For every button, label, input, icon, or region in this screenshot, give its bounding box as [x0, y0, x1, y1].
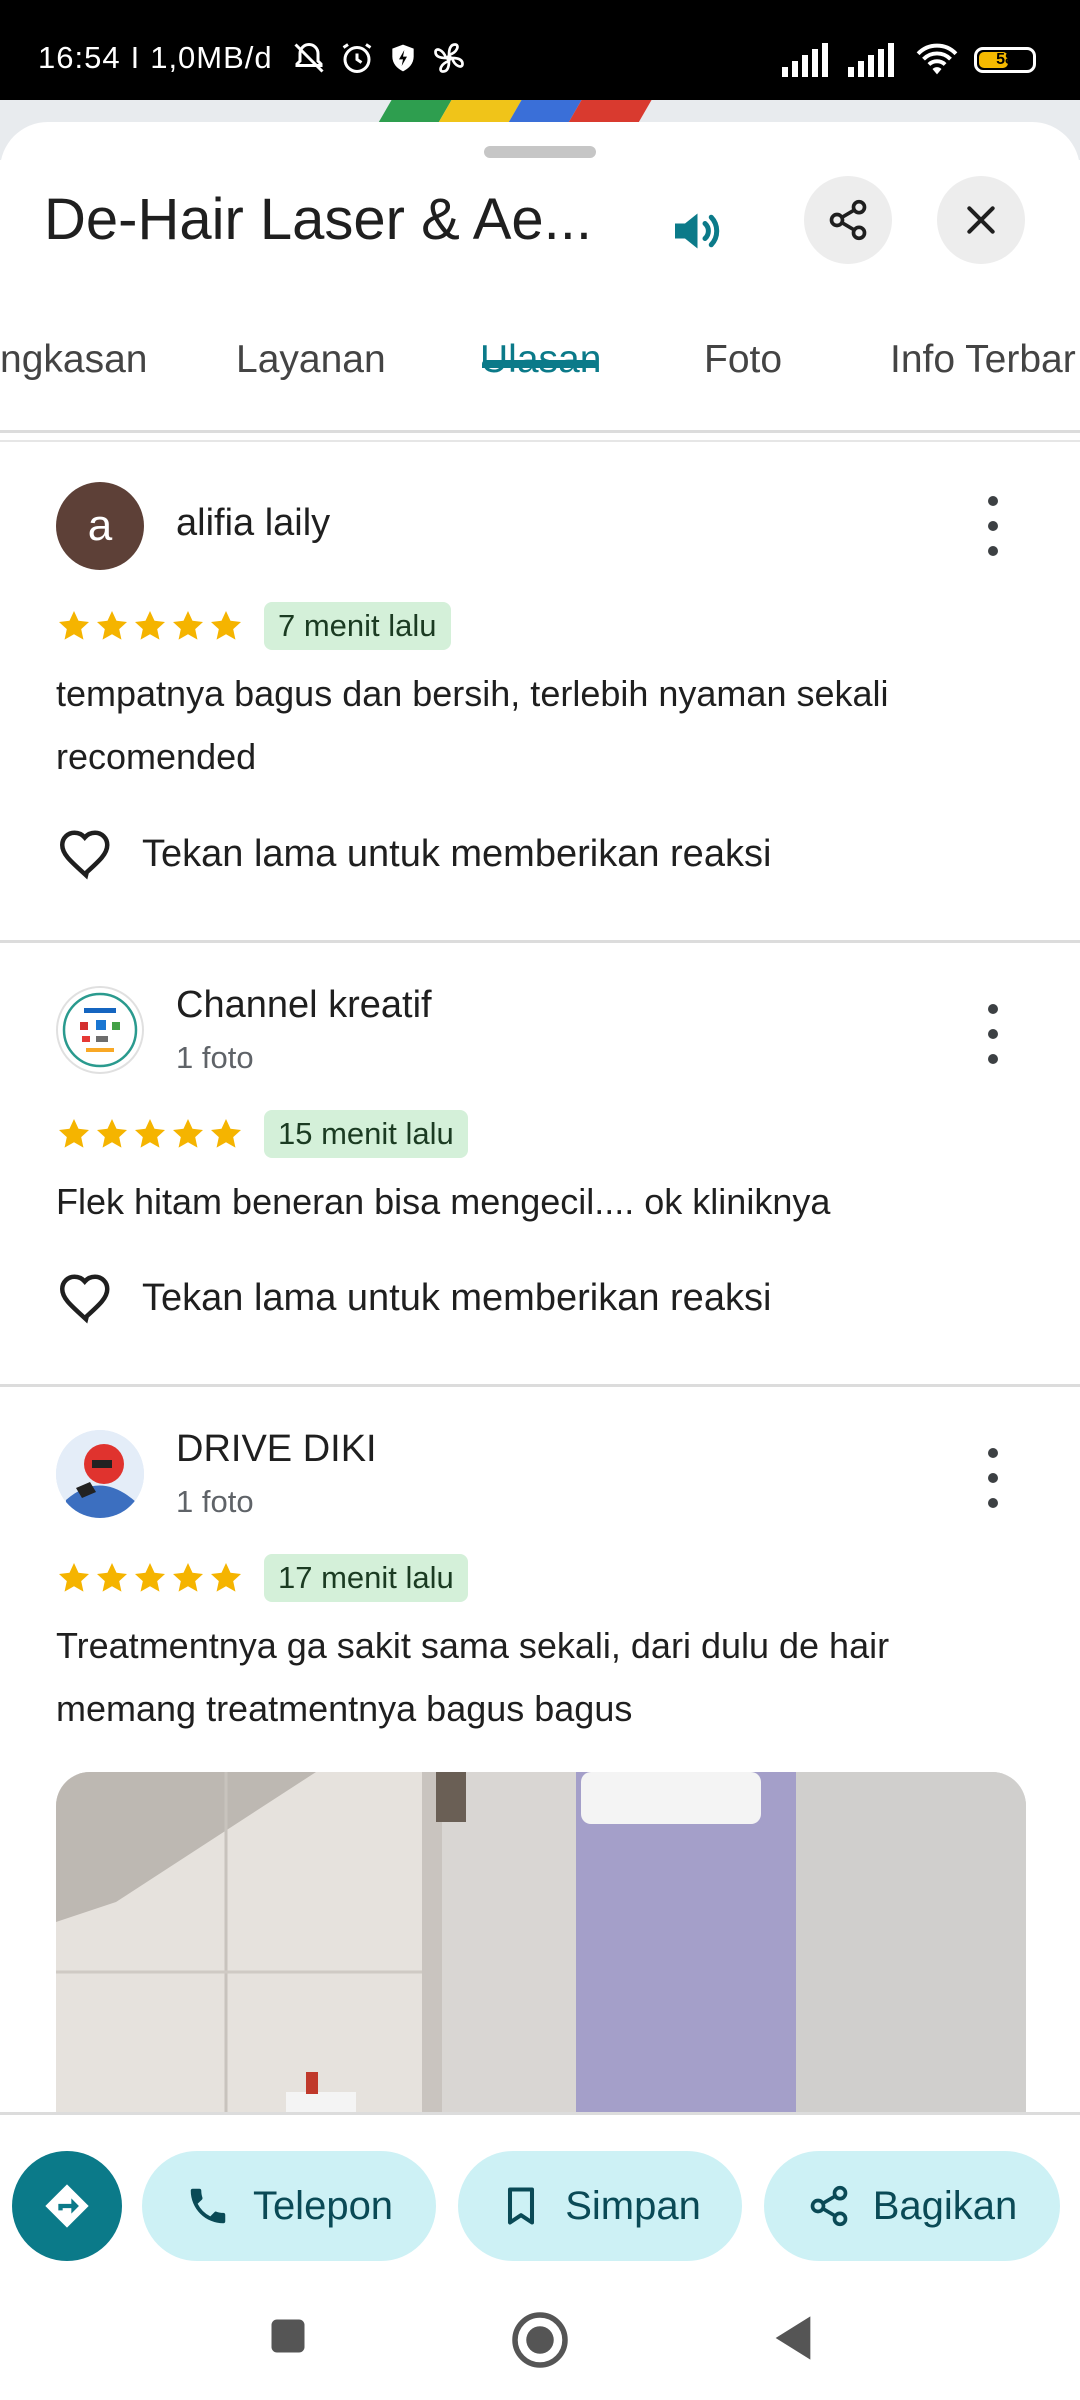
status-right: 58: [782, 42, 1036, 78]
directions-button[interactable]: [12, 2151, 122, 2261]
star-icon: [173, 1563, 203, 1592]
review-time-badge: 15 menit lalu: [264, 1110, 468, 1158]
share-action-button[interactable]: Bagikan: [764, 2151, 1060, 2261]
reviewer-name[interactable]: alifia laily: [176, 502, 330, 545]
reviewer-photo-count: 1 foto: [176, 1040, 254, 1075]
call-label: Telepon: [252, 2183, 394, 2228]
share-label: Bagikan: [872, 2183, 1018, 2228]
signal-icon: [782, 43, 828, 77]
reviewer-name[interactable]: DRIVE DIKI: [176, 1428, 377, 1471]
reaction-label: Tekan lama untuk memberikan reaksi: [142, 1276, 772, 1319]
review-text-line: recomended: [56, 736, 257, 777]
system-nav-bar: [0, 2282, 1080, 2400]
save-button[interactable]: Simpan: [458, 2151, 742, 2261]
review-time-badge: 7 menit lalu: [264, 602, 451, 650]
back-icon[interactable]: [770, 2312, 816, 2364]
place-title: De-Hair Laser & Ae...: [44, 187, 592, 252]
star-icon: [59, 1563, 89, 1592]
wifi-icon: [916, 43, 958, 75]
star-icon: [97, 1563, 127, 1592]
star-icon: [97, 611, 127, 640]
star-icon: [211, 611, 241, 640]
star-icon: [211, 1563, 241, 1592]
star-icon: [135, 611, 165, 640]
star-icon: [173, 611, 203, 640]
active-tab-indicator: [482, 360, 598, 368]
tab-foto[interactable]: Foto: [704, 338, 782, 382]
star-icon: [135, 1119, 165, 1148]
status-time: 16:54: [38, 40, 121, 75]
shield-bolt-icon: [391, 44, 414, 72]
status-left: 16:54 I 1,0MB/d: [38, 40, 467, 76]
review-text: Flek hitam beneran bisa mengecil.... ok …: [56, 1170, 1016, 1233]
avatar[interactable]: a: [56, 482, 144, 570]
reaction-label: Tekan lama untuk memberikan reaksi: [142, 832, 772, 875]
star-rating: [56, 1116, 244, 1152]
review-text-line: tempatnya bagus dan bersih, terlebih nya…: [56, 673, 889, 714]
status-separator: I: [130, 40, 141, 75]
review-photo[interactable]: [56, 1772, 1026, 2142]
review-divider: [0, 1384, 1080, 1387]
close-icon: [967, 206, 995, 234]
battery-icon: 58: [974, 47, 1036, 73]
avatar-letter: a: [87, 501, 113, 550]
reaction-button[interactable]: Tekan lama untuk memberikan reaksi: [56, 1268, 771, 1328]
heart-icon: [59, 1274, 110, 1324]
heart-icon: [59, 830, 110, 880]
more-options-icon[interactable]: [978, 1004, 1008, 1064]
fan-icon: [433, 43, 464, 73]
star-icon: [59, 611, 89, 640]
tab-ringkasan[interactable]: ngkasan: [0, 338, 147, 382]
avatar[interactable]: [56, 986, 144, 1074]
review-text: tempatnya bagus dan bersih, terlebih nya…: [56, 662, 1016, 788]
home-icon[interactable]: [510, 2310, 570, 2370]
reviewer-name[interactable]: Channel kreatif: [176, 984, 432, 1027]
drag-handle[interactable]: [484, 146, 596, 158]
recents-icon[interactable]: [266, 2314, 310, 2358]
star-icon: [97, 1119, 127, 1148]
directions-icon: [45, 2184, 89, 2228]
signal-icon-2: [848, 43, 894, 77]
review-text-line: Treatmentnya ga sakit sama sekali, dari …: [56, 1625, 890, 1666]
review-time-badge: 17 menit lalu: [264, 1554, 468, 1602]
speaker-icon[interactable]: [660, 196, 730, 266]
close-button[interactable]: [937, 176, 1025, 264]
review-text-line: Flek hitam beneran bisa mengecil.... ok …: [56, 1181, 831, 1222]
bell-off-icon: [294, 42, 324, 73]
rider-avatar-icon: [56, 1430, 144, 1518]
call-button[interactable]: Telepon: [142, 2151, 436, 2261]
place-sheet: De-Hair Laser & Ae... ngkasan Layanan Ul…: [0, 122, 1080, 2282]
star-icon: [135, 1563, 165, 1592]
reaction-button[interactable]: Tekan lama untuk memberikan reaksi: [56, 824, 771, 884]
save-label: Simpan: [565, 2183, 701, 2228]
channel-logo-icon: [62, 992, 138, 1068]
share-icon: [829, 199, 867, 241]
more-options-icon[interactable]: [978, 496, 1008, 556]
phone-icon: [190, 2188, 226, 2224]
status-data-rate: 1,0MB/d: [150, 40, 273, 75]
tabs-divider: [0, 440, 1080, 442]
share-icon: [810, 2185, 848, 2227]
star-icon: [173, 1119, 203, 1148]
clinic-room-photo: [56, 1772, 1026, 2142]
tab-layanan[interactable]: Layanan: [236, 338, 386, 382]
action-bar: Telepon Simpan Bagikan: [0, 2112, 1080, 2285]
avatar[interactable]: [56, 1430, 144, 1518]
battery-level: 58: [996, 51, 1014, 68]
more-options-icon[interactable]: [978, 1448, 1008, 1508]
star-icon: [59, 1119, 89, 1148]
review-text-line: memang treatmentnya bagus bagus: [56, 1688, 633, 1729]
star-rating: [56, 1560, 244, 1596]
star-icon: [211, 1119, 241, 1148]
star-rating: [56, 608, 244, 644]
tab-info-terbaru[interactable]: Info Terbar: [890, 338, 1076, 382]
review-text: Treatmentnya ga sakit sama sekali, dari …: [56, 1614, 1016, 1740]
bookmark-icon: [508, 2187, 535, 2225]
reviewer-photo-count: 1 foto: [176, 1484, 254, 1519]
alarm-icon: [342, 43, 371, 73]
share-button[interactable]: [804, 176, 892, 264]
review-divider: [0, 940, 1080, 943]
